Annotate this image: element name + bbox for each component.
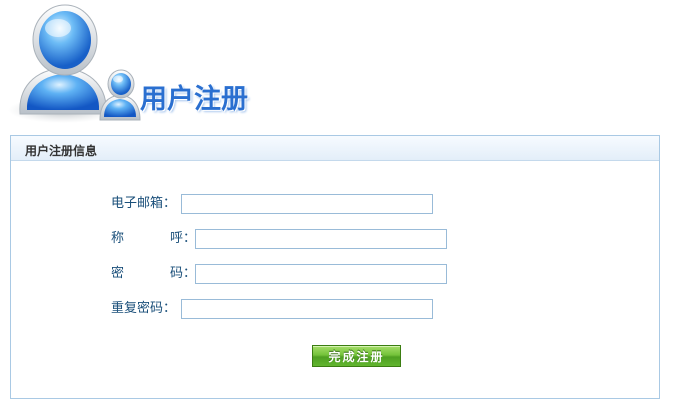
panel-header: 用户注册信息 xyxy=(11,136,659,161)
users-icon xyxy=(8,4,141,123)
nickname-field[interactable] xyxy=(195,229,447,249)
email-field[interactable] xyxy=(181,194,433,214)
confirm-password-field[interactable] xyxy=(181,299,433,319)
page-title: 用户注册 xyxy=(140,84,248,115)
password-label-left: 密 xyxy=(111,266,125,281)
submit-button[interactable]: 完成注册 xyxy=(312,345,401,367)
email-label: 电子邮箱： xyxy=(111,196,177,211)
confirm-password-label: 重复密码： xyxy=(111,301,177,316)
password-field[interactable] xyxy=(195,264,447,284)
nickname-label: 称 呼： xyxy=(111,231,196,247)
page-header: 用户注册 xyxy=(0,0,674,130)
nickname-label-left: 称 xyxy=(111,231,125,246)
nickname-label-right: 呼： xyxy=(169,231,196,246)
password-label: 密 码： xyxy=(111,266,196,282)
panel-title: 用户注册信息 xyxy=(25,144,98,158)
password-label-right: 码： xyxy=(169,266,196,281)
registration-panel: 用户注册信息 电子邮箱： 称 呼： 密 码： 重复密码： 完成注册 xyxy=(10,135,660,399)
